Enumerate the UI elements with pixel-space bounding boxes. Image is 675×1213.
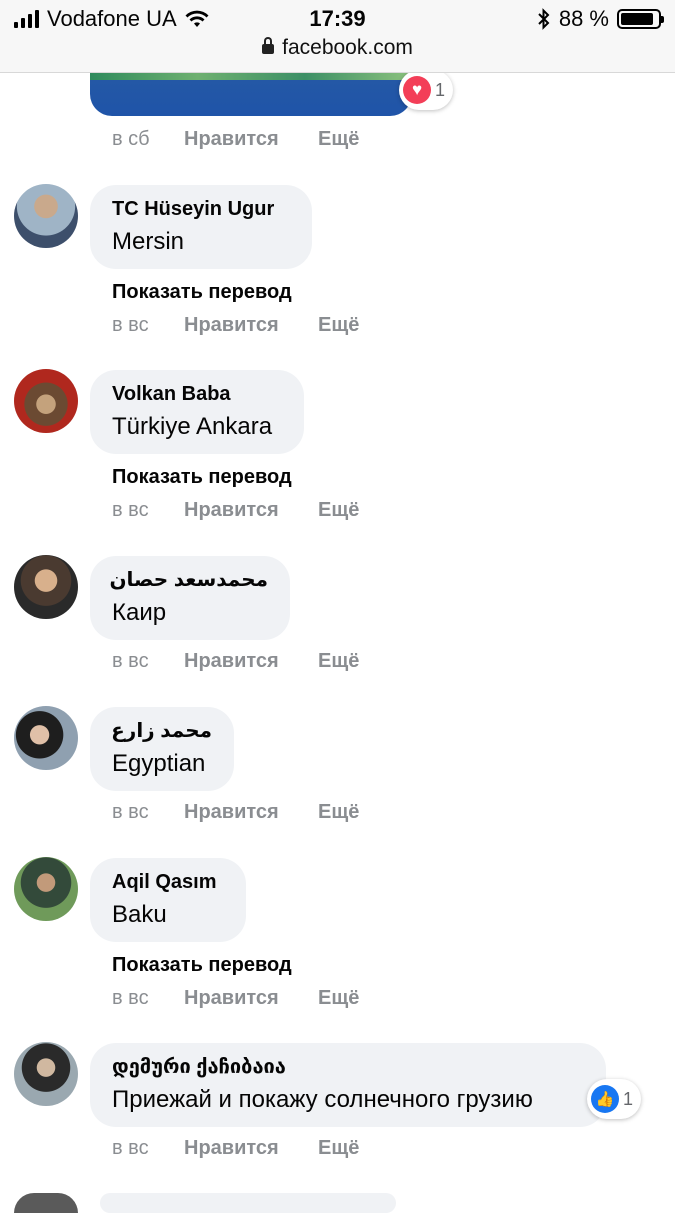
comment-bubble: დემური ქაჩიბაია Приежай и покажу солнечн… xyxy=(90,1043,606,1127)
comment-bubble: محمد زارع Egyptian xyxy=(90,707,234,791)
browser-status-bar: Vodafone UA 17:39 88 % facebook.com xyxy=(0,0,675,73)
comment-actions: в вс Нравится Ещё xyxy=(112,499,359,522)
comment-bubble: محمدسعد حصان Каир xyxy=(90,556,290,640)
bluetooth-icon xyxy=(538,8,550,30)
comment-author[interactable]: Volkan Baba xyxy=(112,381,282,407)
comment-time[interactable]: в вс xyxy=(112,650,184,673)
comment-text: Приежай и покажу солнечного грузию xyxy=(112,1086,533,1113)
show-translation-link[interactable]: Показать перевод xyxy=(112,954,292,977)
comment-text: Egyptian xyxy=(112,750,206,777)
comment-time[interactable]: в вс xyxy=(112,801,184,824)
avatar[interactable] xyxy=(14,184,78,248)
system-icons: 88 % xyxy=(537,6,664,32)
comment-actions: в вс Нравится Ещё xyxy=(112,987,359,1010)
more-button[interactable]: Ещё xyxy=(318,987,359,1010)
comment-bubble xyxy=(100,1193,396,1213)
battery-percent: 88 % xyxy=(558,6,609,31)
avatar[interactable] xyxy=(14,1193,78,1213)
comment-author[interactable]: Aqil Qasım xyxy=(112,869,224,895)
comment-time[interactable]: в вс xyxy=(112,314,184,337)
avatar[interactable] xyxy=(14,706,78,770)
avatar[interactable] xyxy=(14,857,78,921)
more-button[interactable]: Ещё xyxy=(318,499,359,522)
avatar[interactable] xyxy=(14,1042,78,1106)
lock-icon xyxy=(262,37,275,54)
more-button[interactable]: Ещё xyxy=(318,128,359,151)
comment-actions: в вс Нравится Ещё xyxy=(112,314,359,337)
comment-text: Каир xyxy=(112,599,167,626)
reaction-count: 1 xyxy=(623,1088,634,1109)
comment-bubble: Volkan Baba Türkiye Ankara xyxy=(90,370,304,454)
comment-bubble: TC Hüseyin Ugur Mersin xyxy=(90,185,312,269)
more-button[interactable]: Ещё xyxy=(318,1137,359,1160)
comment-actions: в вс Нравится Ещё xyxy=(112,650,359,673)
comment-text: Baku xyxy=(112,901,167,928)
comment-actions: в вс Нравится Ещё xyxy=(112,1137,359,1160)
more-button[interactable]: Ещё xyxy=(318,650,359,673)
comment-author[interactable]: დემური ქაჩიბაია xyxy=(112,1054,584,1080)
url-text: facebook.com xyxy=(282,36,413,59)
avatar[interactable] xyxy=(14,555,78,619)
comment-author[interactable]: TC Hüseyin Ugur xyxy=(112,196,290,222)
show-translation-link[interactable]: Показать перевод xyxy=(112,281,292,304)
comment-bubble: Aqil Qasım Baku xyxy=(90,858,246,942)
reaction-summary[interactable]: ♥ 1 xyxy=(399,70,454,110)
like-button[interactable]: Нравится xyxy=(184,499,318,522)
avatar[interactable] xyxy=(14,369,78,433)
like-button[interactable]: Нравится xyxy=(184,128,318,151)
address-bar[interactable]: facebook.com xyxy=(0,36,675,60)
more-button[interactable]: Ещё xyxy=(318,801,359,824)
comment-actions: в сб Нравится Ещё xyxy=(112,128,359,151)
like-button[interactable]: Нравится xyxy=(184,987,318,1010)
more-button[interactable]: Ещё xyxy=(318,314,359,337)
comment-time[interactable]: в сб xyxy=(112,128,184,151)
comment-author[interactable]: محمدسعد حصان xyxy=(109,567,268,593)
like-button[interactable]: Нравится xyxy=(184,801,318,824)
comment-text: Mersin xyxy=(112,228,185,255)
comment-time[interactable]: в вс xyxy=(112,1137,184,1160)
comment-time[interactable]: в вс xyxy=(112,499,184,522)
battery-icon xyxy=(617,9,664,29)
comment-author[interactable]: محمد زارع xyxy=(111,718,212,744)
show-translation-link[interactable]: Показать перевод xyxy=(112,466,292,489)
reaction-summary[interactable]: 👍 1 xyxy=(587,1079,642,1119)
like-icon: 👍 xyxy=(591,1085,619,1113)
comment-actions: в вс Нравится Ещё xyxy=(112,801,359,824)
like-button[interactable]: Нравится xyxy=(184,650,318,673)
comment-time[interactable]: в вс xyxy=(112,987,184,1010)
like-button[interactable]: Нравится xyxy=(184,314,318,337)
like-button[interactable]: Нравится xyxy=(184,1137,318,1160)
heart-icon: ♥ xyxy=(403,76,431,104)
reaction-count: 1 xyxy=(435,79,446,100)
comment-text: Türkiye Ankara xyxy=(112,413,273,440)
